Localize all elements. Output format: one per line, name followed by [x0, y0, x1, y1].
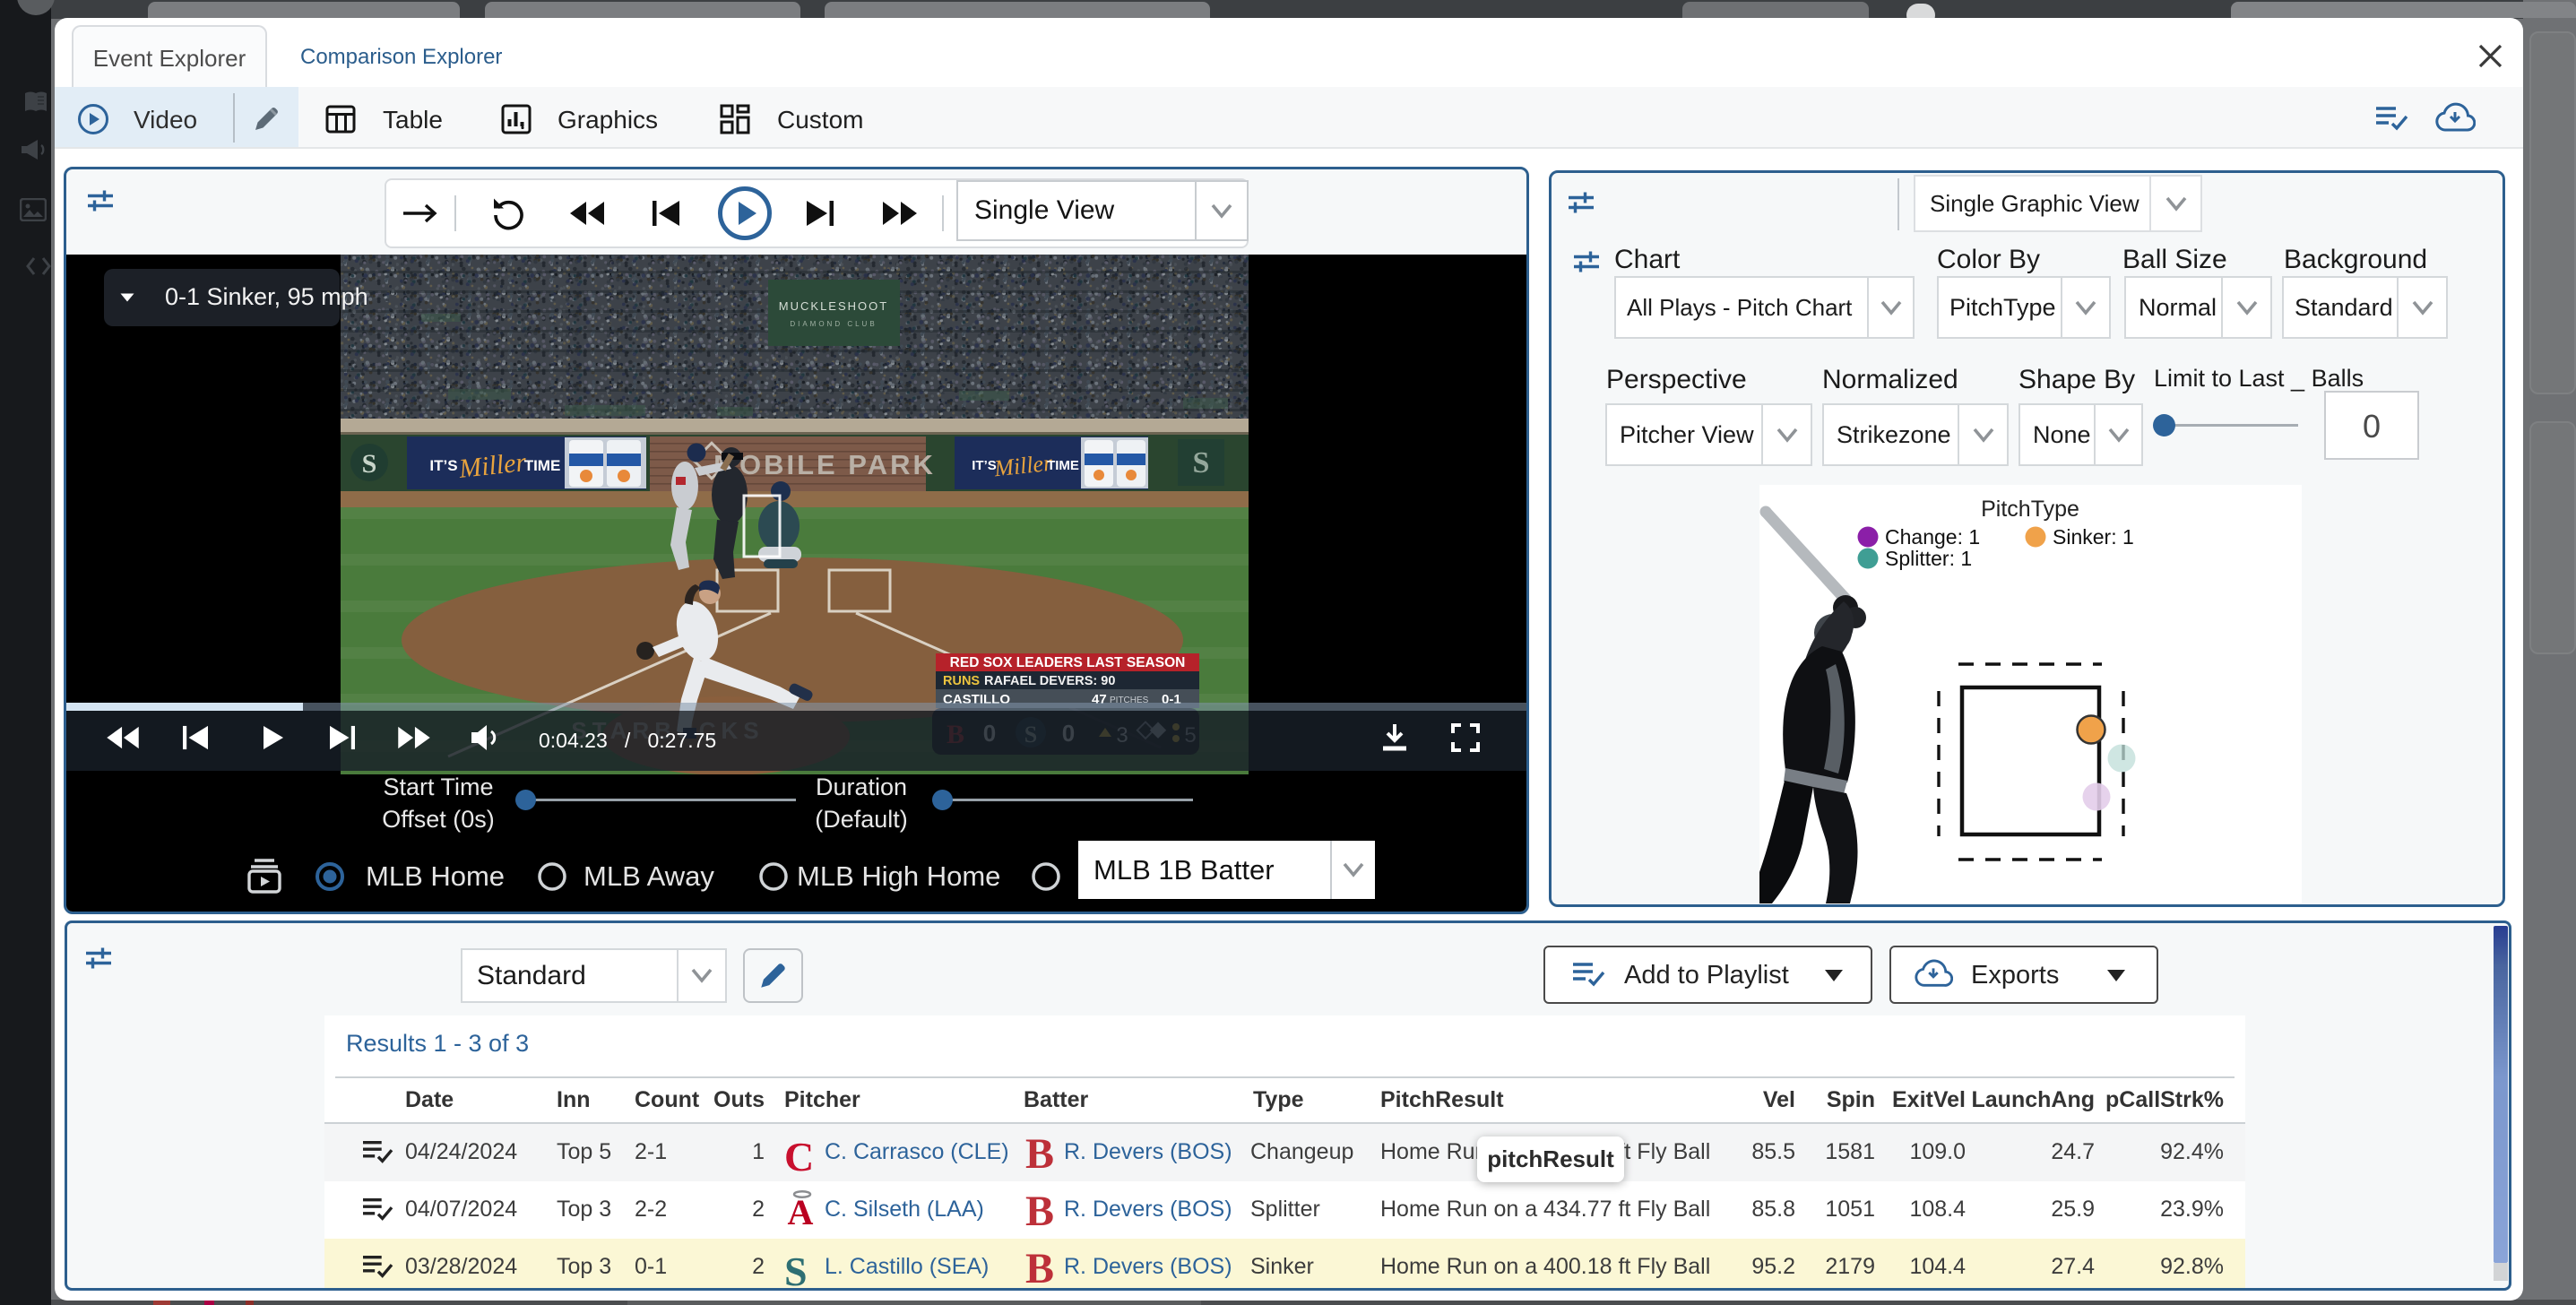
svg-text:Sinker: 1: Sinker: 1 [2053, 525, 2134, 549]
svg-text:Splitter: 1: Splitter: 1 [1885, 547, 1972, 570]
svg-text:Change: 1: Change: 1 [1885, 525, 1980, 549]
svg-text:MUCKLESHOOT: MUCKLESHOOT [779, 299, 888, 313]
svg-text:RAFAEL DEVERS: 90: RAFAEL DEVERS: 90 [984, 674, 1115, 688]
svg-text:S: S [1193, 446, 1210, 480]
svg-text:TIME: TIME [1047, 458, 1079, 473]
svg-text:DIAMOND CLUB: DIAMOND CLUB [790, 320, 877, 328]
svg-text:MOBILE PARK: MOBILE PARK [713, 449, 936, 480]
svg-text:TIME: TIME [524, 457, 561, 474]
svg-text:PitchType: PitchType [1981, 497, 2079, 522]
svg-text:IT’S: IT’S [429, 457, 457, 474]
svg-text:A: A [788, 1192, 814, 1228]
svg-text:S: S [362, 449, 377, 479]
svg-text:RED SOX LEADERS LAST SEASON: RED SOX LEADERS LAST SEASON [950, 655, 1186, 670]
svg-text:RUNS: RUNS [943, 674, 980, 688]
